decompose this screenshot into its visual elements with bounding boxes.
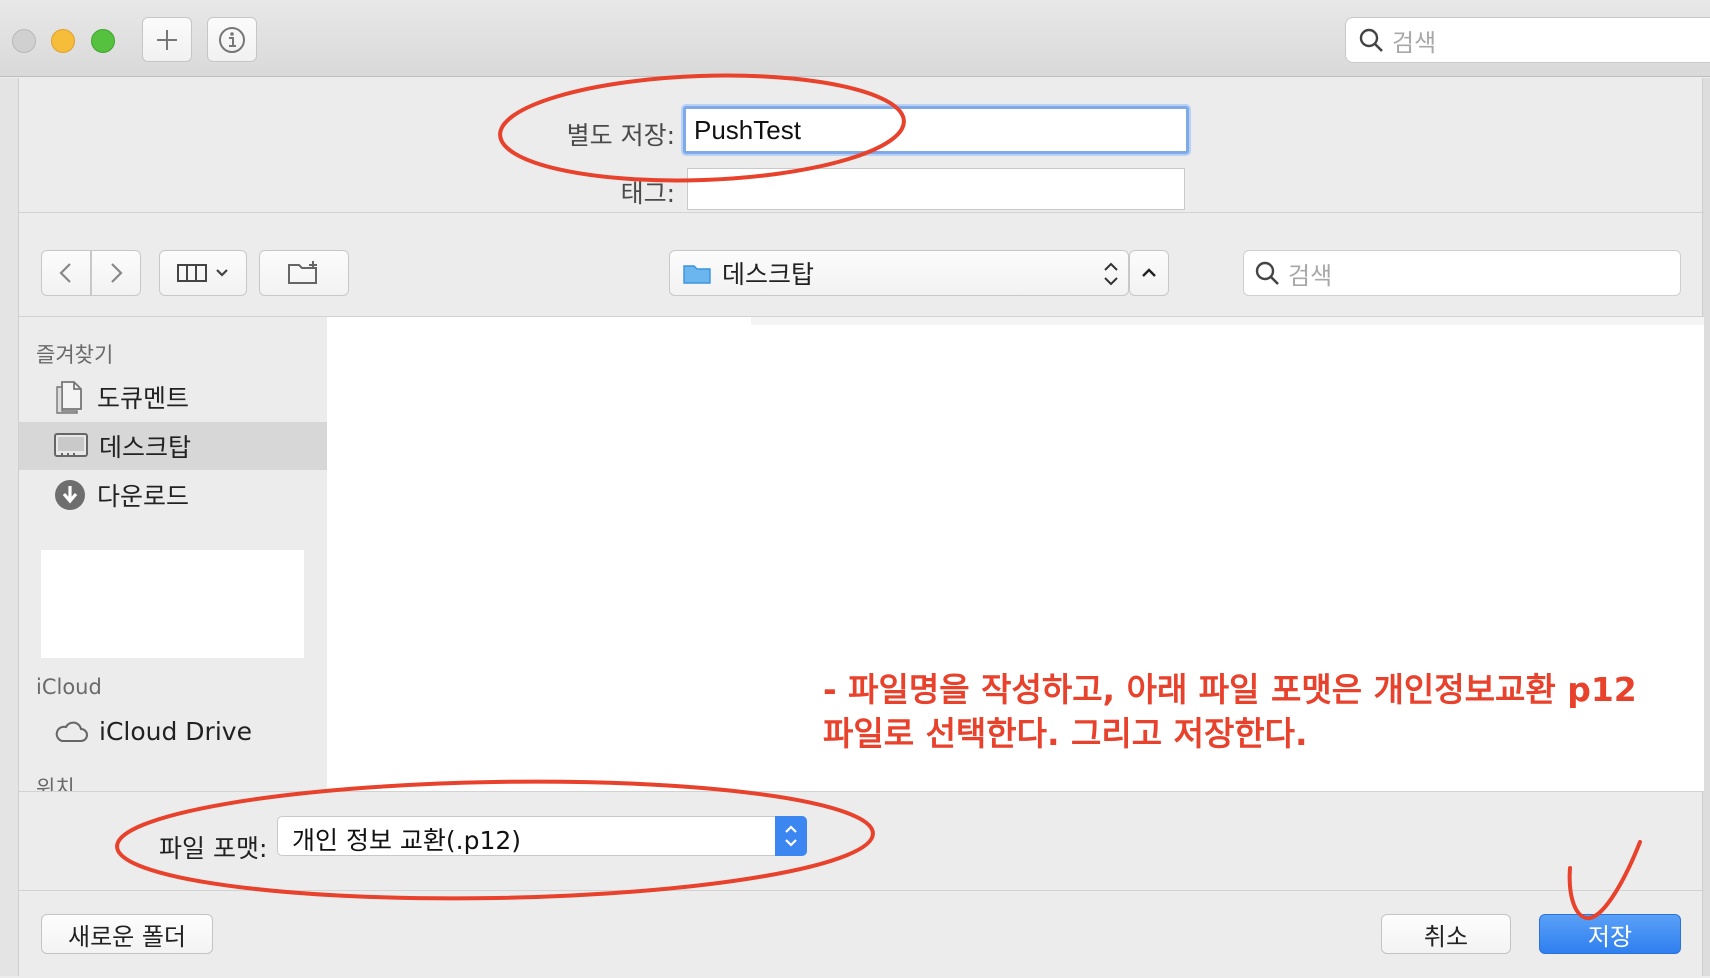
file-format-select-arrow[interactable] [775,816,807,856]
sidebar-item-icloud-drive[interactable]: iCloud Drive [19,707,327,755]
file-format-label: 파일 포맷: [159,834,268,863]
annotation-text: - 파일명을 작성하고, 아래 파일 포맷은 개인정보교환 p12 파일로 선택… [823,668,1643,756]
cancel-button[interactable]: 취소 [1381,914,1511,954]
redacted-sidebar-area [41,550,304,658]
search-icon [1359,28,1383,52]
view-mode-button[interactable] [159,250,247,296]
divider [19,791,1704,792]
save-as-label: 별도 저장: [566,121,675,150]
document-icon [56,381,82,414]
window-search-placeholder: 검색 [1392,28,1437,57]
info-button[interactable] [207,17,257,62]
up-down-chevron-icon [1104,262,1118,286]
favorites-header: 즐겨찾기 [36,343,114,367]
column-strip [751,317,1704,325]
cloud-icon [55,721,88,742]
close-window-button[interactable] [12,29,36,53]
window-search-field[interactable]: 검색 [1345,17,1710,63]
minimize-window-button[interactable] [51,29,75,53]
save-button[interactable]: 저장 [1539,914,1681,954]
download-icon [55,480,85,510]
up-down-chevron-icon [785,825,797,847]
chevron-left-icon [59,263,71,283]
chevron-right-icon [111,263,123,283]
dialog-search-placeholder: 검색 [1288,261,1333,290]
search-icon [1255,261,1279,285]
annotation-line-2: 파일로 선택한다. 그리고 저장한다. [823,714,1308,753]
sidebar-item-documents[interactable]: 도큐멘트 [19,373,327,421]
window-toolbar: 검색 [0,0,1710,77]
locations-header: 위치 [36,776,75,791]
folder-icon [683,265,711,284]
save-as-input[interactable]: PushTest [683,106,1189,154]
back-button[interactable] [41,250,91,296]
add-button[interactable] [142,17,192,62]
new-folder-toolbar-button[interactable] [259,250,349,296]
tags-input[interactable] [687,168,1185,210]
annotation-line-1: - 파일명을 작성하고, 아래 파일 포맷은 개인정보교환 p12 [823,670,1637,709]
background-window-edge [0,78,18,976]
info-icon [219,26,245,53]
location-popup[interactable]: 데스크탑 [669,250,1129,296]
new-folder-button[interactable]: 새로운 폴더 [41,914,213,954]
zoom-window-button[interactable] [91,29,115,53]
plus-icon [157,29,177,50]
background-window-edge-right [1703,78,1710,976]
sidebar-item-desktop[interactable]: 데스크탑 [19,422,327,470]
sidebar-item-label: iCloud Drive [99,716,252,746]
chevron-down-icon [216,269,228,277]
location-label: 데스크탑 [722,260,815,289]
desktop-icon [54,433,88,457]
save-dialog: 별도 저장: PushTest 태그: 데스크탑 검색 즐겨찾기 도큐멘트 데스… [18,78,1704,976]
file-format-select[interactable]: 개인 정보 교환(.p12) [277,816,807,856]
columns-view-icon [177,264,207,282]
expand-collapse-button[interactable] [1129,250,1169,296]
new-folder-icon [288,261,317,284]
forward-button[interactable] [91,250,141,296]
sidebar: 즐겨찾기 도큐멘트 데스크탑 다운로드 iCloud iCloud Drive … [19,317,327,791]
dialog-search-field[interactable]: 검색 [1243,250,1681,296]
sidebar-item-downloads[interactable]: 다운로드 [19,471,327,519]
divider [19,212,1704,213]
sidebar-item-label: 다운로드 [97,482,190,511]
sidebar-item-label: 데스크탑 [99,433,192,462]
sidebar-item-label: 도큐멘트 [97,384,190,413]
divider [19,890,1704,891]
chevron-up-icon [1142,268,1156,277]
tags-label: 태그: [620,179,675,208]
icloud-header: iCloud [36,675,102,699]
